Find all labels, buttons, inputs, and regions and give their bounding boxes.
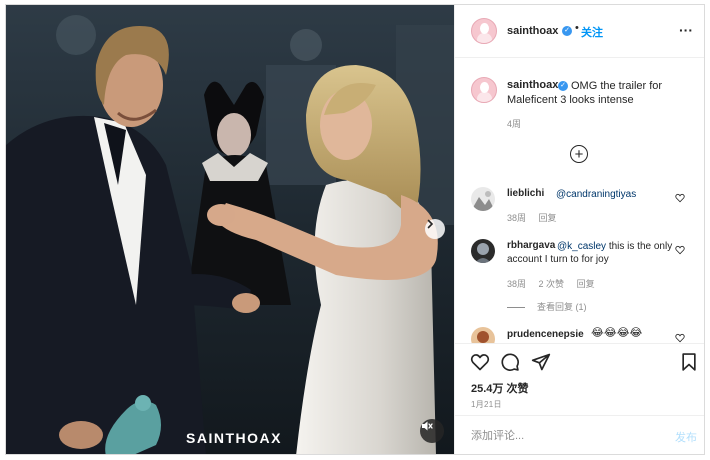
commenter-avatar[interactable] <box>471 187 495 211</box>
verified-badge-icon: ✓ <box>558 81 568 91</box>
post-comment-button[interactable]: 发布 <box>675 429 697 445</box>
more-options-button[interactable]: ··· <box>679 22 693 38</box>
post-media[interactable]: SAINTHOAX <box>6 5 454 454</box>
comments-list[interactable]: OMG the trailer for Maleficent 3 looks i… <box>455 59 704 343</box>
comment-username[interactable]: lieblichi <box>507 188 544 199</box>
mute-toggle-button[interactable] <box>420 419 444 443</box>
comment-time: 38周 <box>507 213 527 223</box>
separator-dot: • <box>575 22 579 34</box>
view-replies-label: 查看回复 (1) <box>537 302 587 312</box>
comment-time: 38周 <box>507 279 527 289</box>
next-image-button[interactable] <box>425 219 445 239</box>
paper-plane-icon[interactable] <box>531 352 551 372</box>
comment-username[interactable]: prudencenepsie <box>507 329 584 340</box>
author-username[interactable]: sainthoax <box>507 25 558 37</box>
heart-icon[interactable] <box>675 333 685 343</box>
comment-mention[interactable]: @k_casley <box>557 241 606 252</box>
chevron-right-icon <box>427 219 434 229</box>
heart-icon[interactable] <box>675 245 685 255</box>
post-date: 1月21日 <box>471 400 502 409</box>
likes-count[interactable]: 25.4万 次赞 <box>471 380 528 396</box>
instagram-post-card: SAINTHOAX sainthoax ✓ • 关注 ··· OMG the t… <box>5 4 705 455</box>
browser-frame: SAINTHOAX sainthoax ✓ • 关注 ··· OMG the t… <box>0 0 710 460</box>
comment-likes[interactable]: 2 次赞 <box>539 279 565 289</box>
reply-button[interactable]: 回复 <box>539 213 557 223</box>
author-avatar[interactable] <box>471 18 497 44</box>
comment-text: 😂😂😂😂 <box>591 327 643 339</box>
plus-circle-icon: + <box>574 145 584 163</box>
comment-mention[interactable]: @candraningtiyas <box>556 188 636 201</box>
watermark-text: SAINTHOAX <box>186 430 282 446</box>
comment-composer: 发布 <box>455 415 704 454</box>
load-more-comments-button[interactable]: + <box>570 145 588 163</box>
commenter-avatar[interactable] <box>471 327 495 343</box>
comment-bubble-icon[interactable] <box>500 352 520 372</box>
post-actions: 25.4万 次赞 1月21日 <box>455 343 704 415</box>
verified-badge-icon: ✓ <box>562 26 572 36</box>
follow-button[interactable]: 关注 <box>581 24 603 40</box>
speaker-muted-icon <box>422 421 433 431</box>
view-replies-button[interactable]: 查看回复 (1) <box>507 300 587 313</box>
post-header: sainthoax ✓ • 关注 ··· <box>455 5 704 58</box>
replies-divider <box>507 307 525 309</box>
caption-username[interactable]: sainthoax <box>507 79 558 91</box>
heart-icon[interactable] <box>675 193 685 203</box>
post-photo <box>6 5 454 454</box>
comment-meta: 38周 回复 <box>507 211 567 224</box>
comment-body: @k_casley this is the only account I tur… <box>507 240 685 266</box>
post-side-panel: sainthoax ✓ • 关注 ··· OMG the trailer for… <box>454 5 704 454</box>
comment-meta: 38周 2 次赞 回复 <box>507 277 605 290</box>
commenter-avatar[interactable] <box>471 239 495 263</box>
caption-time: 4周 <box>507 119 522 129</box>
heart-icon[interactable] <box>470 352 490 372</box>
comment-input[interactable] <box>471 427 661 445</box>
bookmark-icon[interactable] <box>679 352 699 372</box>
caption-avatar[interactable] <box>471 77 497 103</box>
reply-button[interactable]: 回复 <box>577 279 595 289</box>
